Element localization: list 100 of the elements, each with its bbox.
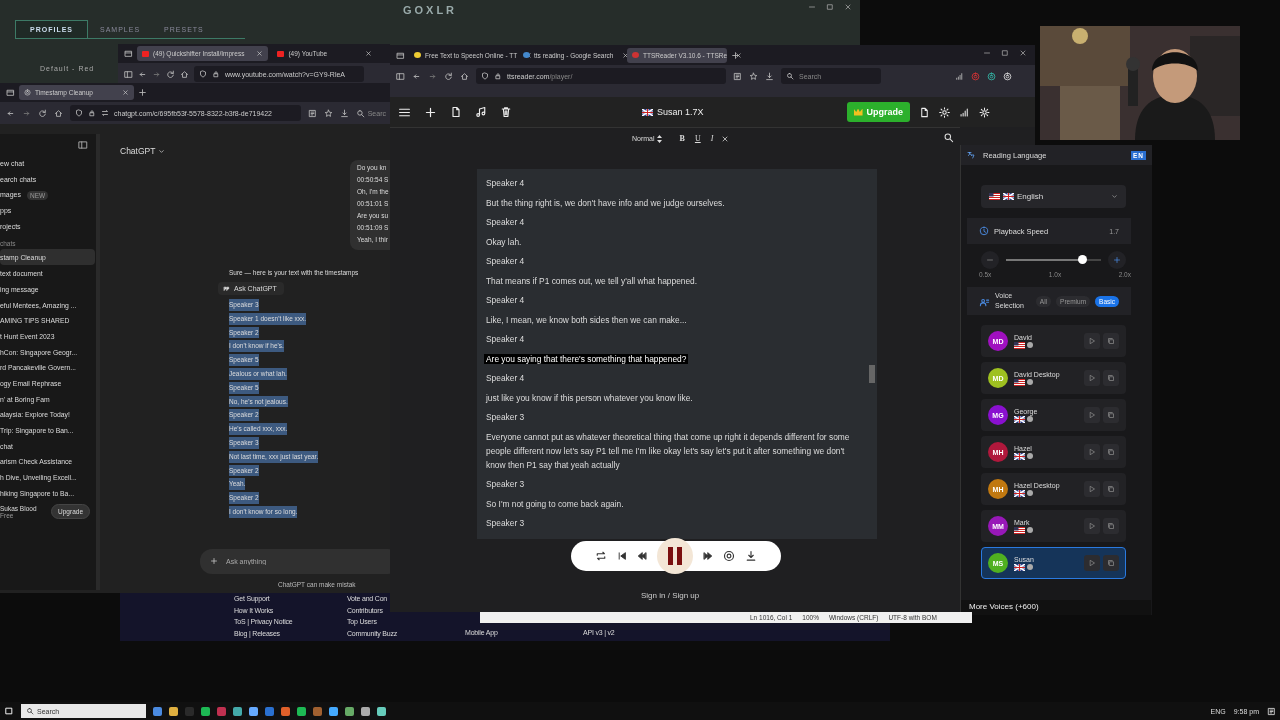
sort-arrows-icon [656,134,662,143]
status-dot-icon [1027,527,1033,533]
rewind-icon[interactable] [637,551,647,561]
model-selector[interactable]: ChatGPT [120,145,392,157]
sidebar-toggle-icon[interactable] [78,140,88,150]
sidebar-icon[interactable] [396,71,405,81]
copy-icon [1107,448,1115,456]
bookmark-star-icon[interactable] [323,108,333,118]
lock-icon[interactable] [88,109,96,117]
speaker-label: Speaker 3 [486,517,525,530]
status-dot-icon [1027,453,1033,459]
download-icon[interactable] [745,550,757,562]
plus-icon[interactable] [424,105,437,119]
play-icon [1088,448,1096,456]
copy-icon [1107,559,1115,567]
back-icon[interactable] [412,71,421,81]
extension-icon[interactable] [987,71,996,81]
slider-thumb[interactable] [1078,255,1087,264]
app-title: GOXLR [402,4,458,16]
reload-icon[interactable] [38,108,47,118]
copy-button[interactable] [1103,370,1119,386]
flag-icon [1014,489,1025,497]
chevron-down-icon [1111,193,1118,200]
tab-list-icon[interactable] [396,50,405,60]
play-icon [1088,559,1096,567]
maximize-icon[interactable] [826,3,834,11]
trash-icon[interactable] [500,106,512,118]
music-icon[interactable] [475,106,487,118]
language-dropdown[interactable]: English [981,185,1126,208]
flag-icon [1014,563,1025,571]
shield-icon[interactable] [199,70,207,78]
search-icon [26,707,34,715]
sidebar-icon[interactable] [124,69,133,79]
flag-icon [1014,415,1025,423]
shield-icon[interactable] [75,109,83,117]
sign-in-link[interactable]: Sign in / Sign up [641,591,700,600]
skip-back-icon[interactable] [617,551,627,561]
tab-list-icon[interactable] [124,49,133,58]
reload-icon[interactable] [444,71,453,81]
tab-list-icon[interactable] [6,88,15,97]
signal-bars-icon[interactable] [959,106,971,118]
brightness-icon[interactable] [939,106,951,118]
back-icon[interactable] [138,69,147,79]
forward-icon[interactable] [428,71,437,81]
search-icon[interactable] [943,132,954,143]
repeat-icon[interactable] [595,550,607,562]
download-icon[interactable] [339,108,349,118]
format-button[interactable]: U [692,134,703,143]
forward-icon[interactable] [152,69,161,79]
format-button[interactable]: B [677,134,687,143]
reader-icon[interactable] [733,71,742,81]
shield-icon[interactable] [481,72,489,80]
speaker-label: Speaker 3 [486,478,525,491]
back-icon[interactable] [6,108,15,118]
scrollbar[interactable] [869,365,875,383]
forward-icon[interactable] [22,108,31,118]
flag-icon [1014,378,1025,386]
voice-selector[interactable]: Susan 1.7X [642,107,704,117]
flag-icon [642,108,653,116]
more-voices-link[interactable]: More Voices (+600) [961,600,1151,615]
swap-icon[interactable] [101,109,109,117]
speaker-label: Speaker 4 [486,216,525,229]
home-icon[interactable] [180,69,189,79]
copy-button[interactable] [1103,518,1119,534]
copy-button[interactable] [1103,555,1119,571]
speaker-label: Speaker 4 [486,372,525,385]
maximize-icon[interactable] [1001,49,1009,57]
record-icon[interactable] [723,550,735,562]
home-icon[interactable] [460,71,469,81]
play-icon [1088,522,1096,530]
copy-button[interactable] [1103,444,1119,460]
clear-format-icon[interactable] [721,134,730,143]
download-icon[interactable] [765,71,774,81]
paragraph: That means if P1 comes out, we tell y'all what happened. [485,275,699,286]
copy-icon [1107,337,1115,345]
paragraph: But the thing right is, we don't have info and we judge ourselves. [485,197,726,208]
copy-button[interactable] [1103,481,1119,497]
minus-icon [986,256,994,264]
copy-button[interactable] [1103,407,1119,423]
pause-button[interactable] [657,538,693,574]
lock-icon[interactable] [212,70,220,78]
reload-icon[interactable] [166,69,175,79]
fast-forward-icon[interactable] [703,551,713,561]
file-icon[interactable] [450,106,462,118]
speaker-label: Speaker 4 [486,294,525,307]
settings-icon[interactable] [979,106,991,118]
bookmark-star-icon[interactable] [749,71,758,81]
search-icon [355,108,365,118]
lock-icon[interactable] [494,72,502,80]
reader-icon[interactable] [307,108,317,118]
flag-icon [1003,193,1014,200]
quote-icon [223,285,230,292]
copy-icon [1107,485,1115,493]
copy-button[interactable] [1103,333,1119,349]
paragraph: Are you saying that there's something that happened? [484,353,689,364]
text-editor[interactable] [477,169,877,539]
library-icon[interactable] [955,71,964,81]
start-icon[interactable] [4,706,14,716]
home-icon[interactable] [54,108,63,118]
format-button[interactable]: I [708,134,716,143]
